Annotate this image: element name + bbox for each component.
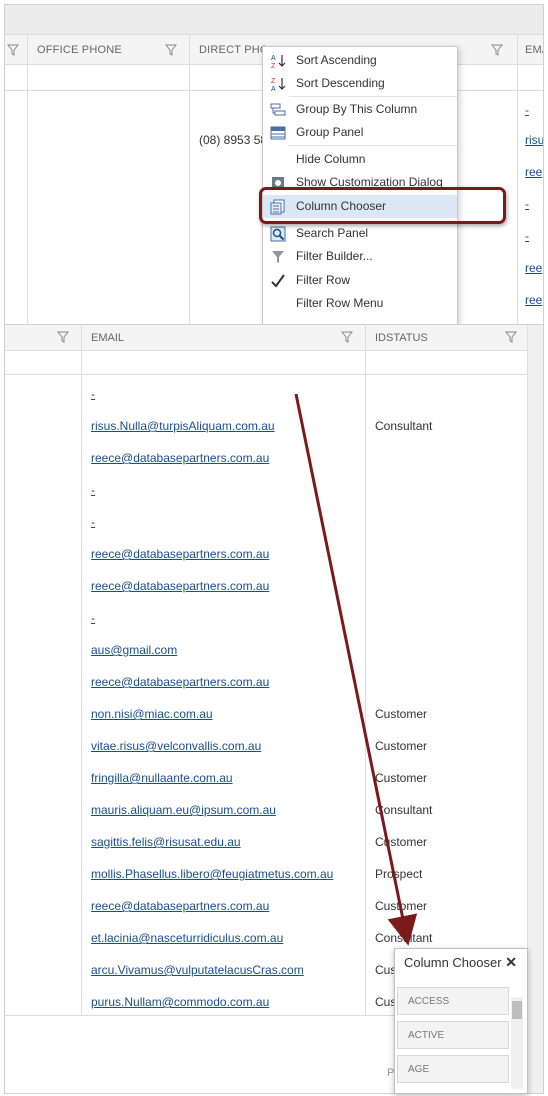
column-context-menu: AZ Sort Ascending ZA Sort Descending Gro… (262, 46, 458, 326)
email-link[interactable]: - (91, 611, 95, 625)
column-chooser-scrollbar[interactable] (511, 997, 523, 1089)
svg-text:A: A (271, 55, 276, 62)
email-link[interactable]: sagittis.felis@risusat.edu.au (91, 835, 241, 849)
header-email-partial[interactable]: EMA (519, 35, 543, 65)
status-cell: Consultant (375, 931, 433, 945)
direct-phone-value: (08) 8953 58 (199, 133, 268, 147)
group-panel-icon (270, 125, 286, 141)
filter-icon[interactable] (165, 44, 177, 56)
group-by-icon (270, 102, 286, 118)
menu-item-group-panel[interactable]: Group Panel (263, 121, 457, 144)
status-cell: Customer (375, 707, 428, 721)
filter-icon[interactable] (505, 331, 517, 343)
status-cell: Consultant (375, 803, 433, 817)
status-cell: Customer (375, 739, 428, 753)
group-panel-band (5, 5, 543, 35)
email-link[interactable]: vitae.risus@velconvallis.com.au (91, 739, 261, 753)
menu-item-sort-descending[interactable]: ZA Sort Descending (263, 72, 457, 95)
email-link[interactable]: reece@databasepartners.com.au (91, 579, 269, 593)
filter-row (5, 351, 543, 375)
email-link[interactable]: - (91, 387, 95, 401)
email-link[interactable]: - (91, 483, 95, 497)
menu-item-search-panel[interactable]: Search Panel (263, 222, 457, 245)
menu-item-filter-row[interactable]: Filter Row (263, 269, 457, 292)
menu-item-hide-column[interactable]: Hide Column (263, 148, 457, 171)
column-chooser-item[interactable]: ACCESS (397, 987, 509, 1015)
svg-text:A: A (271, 86, 276, 92)
email-link[interactable]: mollis.Phasellus.libero@feugiatmetus.com… (91, 867, 333, 881)
sort-ascending-icon: AZ (270, 53, 286, 70)
column-chooser-popup: Column Chooser ✕ ACCESS ACTIVE AGE (394, 948, 528, 1094)
menu-item-filter-builder[interactable]: Filter Builder... (263, 245, 457, 268)
close-icon[interactable]: ✕ (505, 954, 517, 971)
header-office-phone[interactable]: OFFICE PHONE (29, 35, 169, 65)
search-panel-icon (270, 226, 286, 242)
column-chooser-callout-highlight (259, 187, 506, 224)
email-link[interactable]: reece@databasepartners.com.au (91, 547, 269, 561)
email-link-partial[interactable]: risu (525, 133, 543, 147)
svg-text:Z: Z (271, 78, 276, 85)
header-email[interactable]: EMAIL (85, 325, 124, 351)
email-link-partial[interactable]: - (525, 229, 529, 243)
checkmark-icon (270, 273, 286, 289)
email-link-partial[interactable]: - (525, 197, 529, 211)
header-direct-phone[interactable]: DIRECT PHONE (191, 35, 265, 65)
email-link-partial[interactable]: - (525, 103, 529, 117)
status-cell: Customer (375, 899, 428, 913)
header-idstatus[interactable]: IDSTATUS (369, 325, 428, 351)
status-cell: Customer (375, 771, 428, 785)
status-cell: Prospect (375, 867, 423, 881)
email-link[interactable]: purus.Nullam@commodo.com.au (91, 995, 269, 1009)
filter-icon[interactable] (57, 331, 69, 343)
column-chooser-title: Column Chooser (404, 955, 502, 970)
email-link[interactable]: aus@gmail.com (91, 643, 177, 657)
column-chooser-item[interactable]: ACTIVE (397, 1021, 509, 1049)
email-link[interactable]: fringilla@nullaante.com.au (91, 771, 233, 785)
email-link[interactable]: arcu.Vivamus@vulputatelacusCras.com (91, 963, 304, 977)
svg-text:Z: Z (271, 63, 276, 69)
menu-item-group-by-column[interactable]: Group By This Column (263, 98, 457, 121)
status-cell: Consultant (375, 419, 433, 433)
sort-descending-icon: ZA (270, 76, 286, 93)
email-link[interactable]: reece@databasepartners.com.au (91, 451, 269, 465)
filter-icon[interactable] (341, 331, 353, 343)
filter-icon[interactable] (491, 44, 503, 56)
email-link[interactable]: reece@databasepartners.com.au (91, 899, 269, 913)
email-link[interactable]: et.lacinia@nasceturridiculus.com.au (91, 931, 283, 945)
vertical-scrollbar[interactable] (527, 325, 543, 1093)
email-link-partial[interactable]: ree (525, 165, 542, 179)
menu-item-filter-row-menu[interactable]: Filter Row Menu (263, 292, 457, 315)
email-link[interactable]: reece@databasepartners.com.au (91, 675, 269, 689)
email-link[interactable]: non.nisi@miac.com.au (91, 707, 213, 721)
email-link[interactable]: risus.Nulla@turpisAliquam.com.au (91, 419, 275, 433)
filter-icon[interactable] (7, 44, 19, 56)
email-link[interactable]: - (91, 515, 95, 529)
column-chooser-item[interactable]: AGE (397, 1055, 509, 1083)
filter-builder-icon (270, 249, 286, 265)
email-link-partial[interactable]: ree (525, 261, 542, 275)
email-link[interactable]: mauris.aliquam.eu@ipsum.com.au (91, 803, 276, 817)
status-cell: Customer (375, 835, 428, 849)
email-link-partial[interactable]: ree (525, 293, 542, 307)
menu-item-sort-ascending[interactable]: AZ Sort Ascending (263, 49, 457, 72)
